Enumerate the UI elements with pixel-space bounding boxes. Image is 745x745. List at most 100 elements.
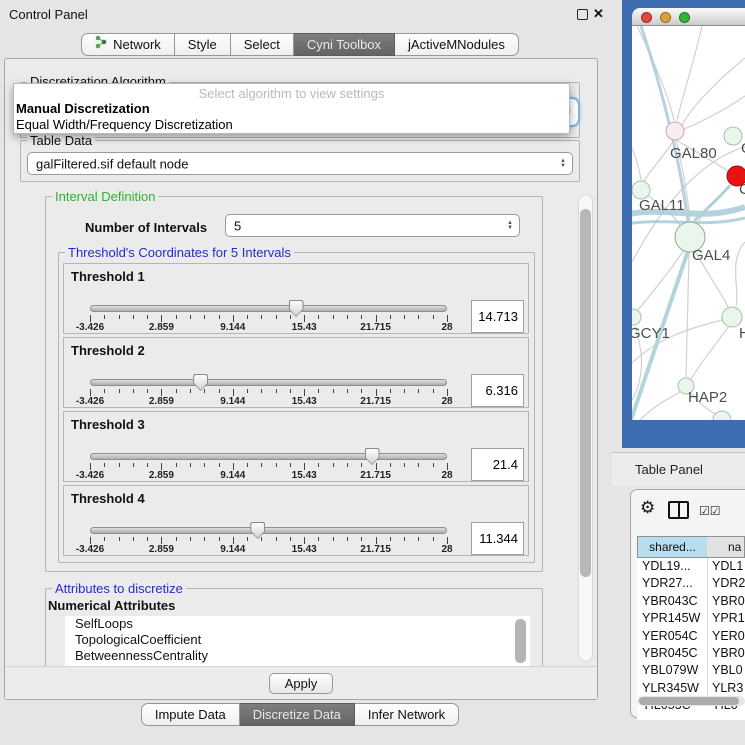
table-data-value: galFiltered.sif default node <box>36 156 188 171</box>
network-node[interactable] <box>722 307 742 327</box>
network-icon <box>95 34 108 55</box>
numerical-attributes-list[interactable]: SelfLoopsTopologicalCoefficientBetweenne… <box>65 616 530 666</box>
column-header-name[interactable]: na <box>707 536 745 558</box>
float-panel-icon[interactable] <box>577 9 588 20</box>
num-intervals-combobox[interactable]: 5 ▲▼ <box>225 214 520 237</box>
mac-zoom-icon[interactable] <box>679 12 690 23</box>
node-label: GAL80 <box>670 145 717 162</box>
network-window-titlebar[interactable] <box>632 8 745 26</box>
network-node[interactable] <box>713 411 731 420</box>
mac-minimize-icon[interactable] <box>660 12 671 23</box>
numerical-attributes-label: Numerical Attributes <box>48 598 175 613</box>
threshold-value-field[interactable]: 21.4 <box>471 448 524 481</box>
table-row[interactable]: YDL19...YDL1 <box>637 558 745 576</box>
attributes-scrollbar[interactable] <box>515 619 526 663</box>
network-node[interactable] <box>724 127 742 145</box>
cell-name: YBR0 <box>712 594 745 608</box>
settings-scrollbar-thumb[interactable] <box>580 209 591 577</box>
table-data-combobox[interactable]: galFiltered.sif default node ▲▼ <box>27 152 573 175</box>
cell-name: YPR1 <box>712 611 745 625</box>
mac-close-icon[interactable] <box>641 12 652 23</box>
tab-label: Network <box>113 34 161 55</box>
table-row[interactable]: YBL079W YBL0 <box>637 662 745 680</box>
threshold-panel-3: Threshold 3-3.4262.8599.14415.4321.71528… <box>63 411 529 482</box>
num-intervals-label: Number of Intervals <box>85 220 207 235</box>
cell-shared-name: YBL079W <box>642 663 698 677</box>
dropdown-prompt: Select algorithm to view settings <box>14 84 569 101</box>
table-row[interactable]: YBR043C YBR0 <box>637 593 745 611</box>
tab-label: Discretize Data <box>253 704 341 725</box>
num-intervals-value: 5 <box>234 218 241 233</box>
algorithm-dropdown-popup: Select algorithm to view settings Manual… <box>13 83 570 134</box>
tab-label: Select <box>244 34 280 55</box>
screen: Control Panel ✕ Network Style Select Cyni T… <box>0 0 745 745</box>
cell-name: YDR2 <box>712 576 745 590</box>
control-panel-titlebar: Control Panel ✕ <box>0 0 612 28</box>
threshold-label: Threshold 4 <box>71 491 145 506</box>
attributes-group-title: Attributes to discretize <box>52 581 186 596</box>
threshold-value-field[interactable]: 14.713 <box>471 300 524 333</box>
network-node[interactable] <box>632 309 641 325</box>
cell-shared-name: YLR345W <box>642 681 699 695</box>
table-row[interactable]: YER054CYER0 <box>637 628 745 646</box>
slider-track[interactable] <box>90 379 447 386</box>
cell-name: YBL0 <box>712 663 743 677</box>
bottom-tab-bar: Impute Data Discretize Data Infer Network <box>0 703 600 726</box>
threshold-value-field[interactable]: 6.316 <box>471 374 524 407</box>
settings-scrollbar[interactable] <box>578 194 593 662</box>
column-header-shared-name[interactable]: shared... <box>637 536 708 558</box>
threshold-label: Threshold 2 <box>71 343 145 358</box>
node-label: G <box>741 140 745 157</box>
cell-name: YBR0 <box>712 646 745 660</box>
split-columns-icon[interactable] <box>668 501 689 519</box>
table-row[interactable]: YBR045CYBR0 <box>637 645 745 663</box>
tab-impute-data[interactable]: Impute Data <box>141 703 240 726</box>
tab-label: Infer Network <box>368 704 445 725</box>
combo-stepper-icon: ▲▼ <box>560 159 566 169</box>
node-label: H <box>739 325 745 342</box>
checkbox-icons[interactable]: ☑☑ <box>699 504 721 518</box>
tab-discretize-data[interactable]: Discretize Data <box>240 703 355 726</box>
top-tab-bar: Network Style Select Cyni Toolbox jActiveMNo… <box>0 33 600 56</box>
cell-shared-name: YPR145W <box>642 611 700 625</box>
tab-network[interactable]: Network <box>81 33 175 56</box>
close-icon[interactable]: ✕ <box>593 6 604 22</box>
node-label: GCY1 <box>632 325 670 342</box>
node-label: GAL11 <box>639 197 685 214</box>
cell-name: YER0 <box>712 629 745 643</box>
gear-icon[interactable]: ⚙ <box>640 498 655 518</box>
slider-track[interactable] <box>90 453 447 460</box>
cell-shared-name: YBR043C <box>642 594 698 608</box>
tab-style[interactable]: Style <box>175 33 231 56</box>
table-panel-header: Table Panel <box>612 452 745 486</box>
node-label: GAL4 <box>692 247 730 264</box>
combo-stepper-icon: ▲▼ <box>507 221 513 231</box>
network-node[interactable] <box>666 122 684 140</box>
table-hscrollbar-thumb[interactable] <box>639 697 739 705</box>
attribute-item[interactable]: SelfLoops <box>65 616 530 632</box>
slider-track[interactable] <box>90 527 447 534</box>
tab-label: jActiveMNodules <box>408 34 505 55</box>
apply-button[interactable]: Apply <box>269 673 333 694</box>
table-row[interactable]: YDR27...YDR2 <box>637 575 745 593</box>
tab-label: Style <box>188 34 217 55</box>
panel-title: Control Panel <box>9 7 88 22</box>
node-label: HAP2 <box>688 389 727 406</box>
table-row[interactable]: YPR145W YPR1 <box>637 610 745 628</box>
tab-cyni-toolbox[interactable]: Cyni Toolbox <box>294 33 395 56</box>
attribute-item[interactable]: TopologicalCoefficient <box>65 632 530 648</box>
dropdown-option-equal-width[interactable]: Equal Width/Frequency Discretization <box>14 117 569 133</box>
network-canvas[interactable]: GAL80GCGAL11GAL4GCY1HHAP2 <box>632 26 745 420</box>
table-panel-title: Table Panel <box>635 462 703 477</box>
attribute-item[interactable]: BetweennessCentrality <box>65 648 530 664</box>
threshold-value-field[interactable]: 11.344 <box>471 522 524 555</box>
tab-label: Impute Data <box>155 704 226 725</box>
tab-select[interactable]: Select <box>231 33 294 56</box>
cell-name: YLR3 <box>712 681 743 695</box>
slider-track[interactable] <box>90 305 447 312</box>
table-hscrollbar[interactable] <box>637 696 745 706</box>
tab-infer-network[interactable]: Infer Network <box>355 703 459 726</box>
tab-jactivemnodules[interactable]: jActiveMNodules <box>395 33 519 56</box>
dropdown-option-manual[interactable]: Manual Discretization <box>14 101 569 117</box>
threshold-label: Threshold 1 <box>71 269 145 284</box>
